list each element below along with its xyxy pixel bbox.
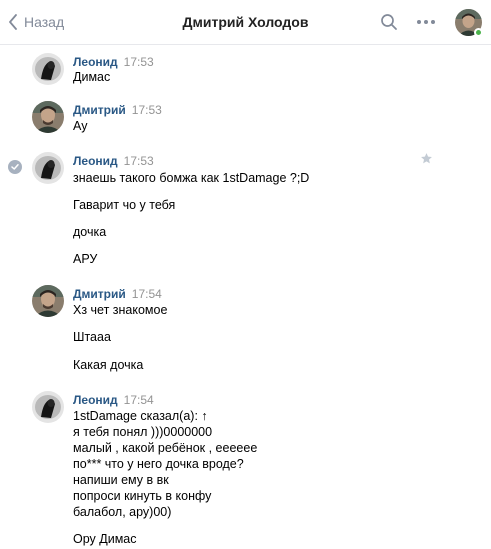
- message-text: Хз чет знакомое: [73, 303, 168, 317]
- message-text: малый , какой ребёнок , ееееее: [73, 441, 258, 455]
- avatar[interactable]: [32, 285, 64, 317]
- avatar[interactable]: [32, 391, 64, 423]
- search-icon[interactable]: [380, 13, 398, 36]
- star-icon[interactable]: [420, 152, 433, 170]
- author-name[interactable]: Леонид: [73, 393, 118, 407]
- message-text: Какая дочка: [73, 358, 144, 372]
- message-time: 17:54: [123, 393, 154, 407]
- message-text: напиши ему в вк: [73, 473, 169, 487]
- message-meta: Леонид 17:54: [73, 391, 154, 409]
- message-text: по*** что у него дочка вроде?: [73, 457, 244, 471]
- author-name[interactable]: Дмитрий: [73, 287, 126, 301]
- message-text: дочка: [73, 225, 107, 239]
- message-meta: Леонид 17:53: [73, 152, 154, 170]
- message-time: 17:54: [131, 287, 162, 301]
- avatar[interactable]: [32, 152, 64, 184]
- author-name[interactable]: Леонид: [73, 154, 118, 168]
- message-text: АРУ: [73, 252, 98, 266]
- message-text: Ау: [73, 119, 88, 133]
- message-text: Ору Димас: [73, 532, 137, 546]
- avatar[interactable]: [32, 101, 64, 133]
- online-indicator: [474, 28, 483, 37]
- message-text: Штааа: [73, 330, 111, 344]
- message-time: 17:53: [131, 103, 162, 117]
- more-icon[interactable]: [416, 13, 436, 36]
- message-text: Гаварит чо у тебя: [73, 198, 176, 212]
- avatar[interactable]: [32, 53, 64, 85]
- selected-check-icon[interactable]: [8, 160, 22, 174]
- message-meta: Дмитрий 17:54: [73, 285, 162, 303]
- quote-header[interactable]: 1stDamage сказал(а): ↑: [73, 408, 208, 424]
- chat-header: Назад Дмитрий Холодов: [0, 0, 491, 45]
- message-time: 17:53: [123, 55, 154, 69]
- message-text: знаешь такого бомжа как 1stDamage ?;D: [73, 171, 310, 185]
- message-text: я тебя понял )))0000000: [73, 425, 213, 439]
- message-meta: Дмитрий 17:53: [73, 101, 162, 119]
- header-avatar[interactable]: [455, 9, 483, 37]
- message-text: балабол, ару)00): [73, 505, 172, 519]
- author-name[interactable]: Дмитрий: [73, 103, 126, 117]
- author-name[interactable]: Леонид: [73, 55, 118, 69]
- message-text: Димас: [73, 70, 111, 84]
- message-time: 17:53: [123, 154, 154, 168]
- message-text: попроси кинуть в конфу: [73, 489, 212, 503]
